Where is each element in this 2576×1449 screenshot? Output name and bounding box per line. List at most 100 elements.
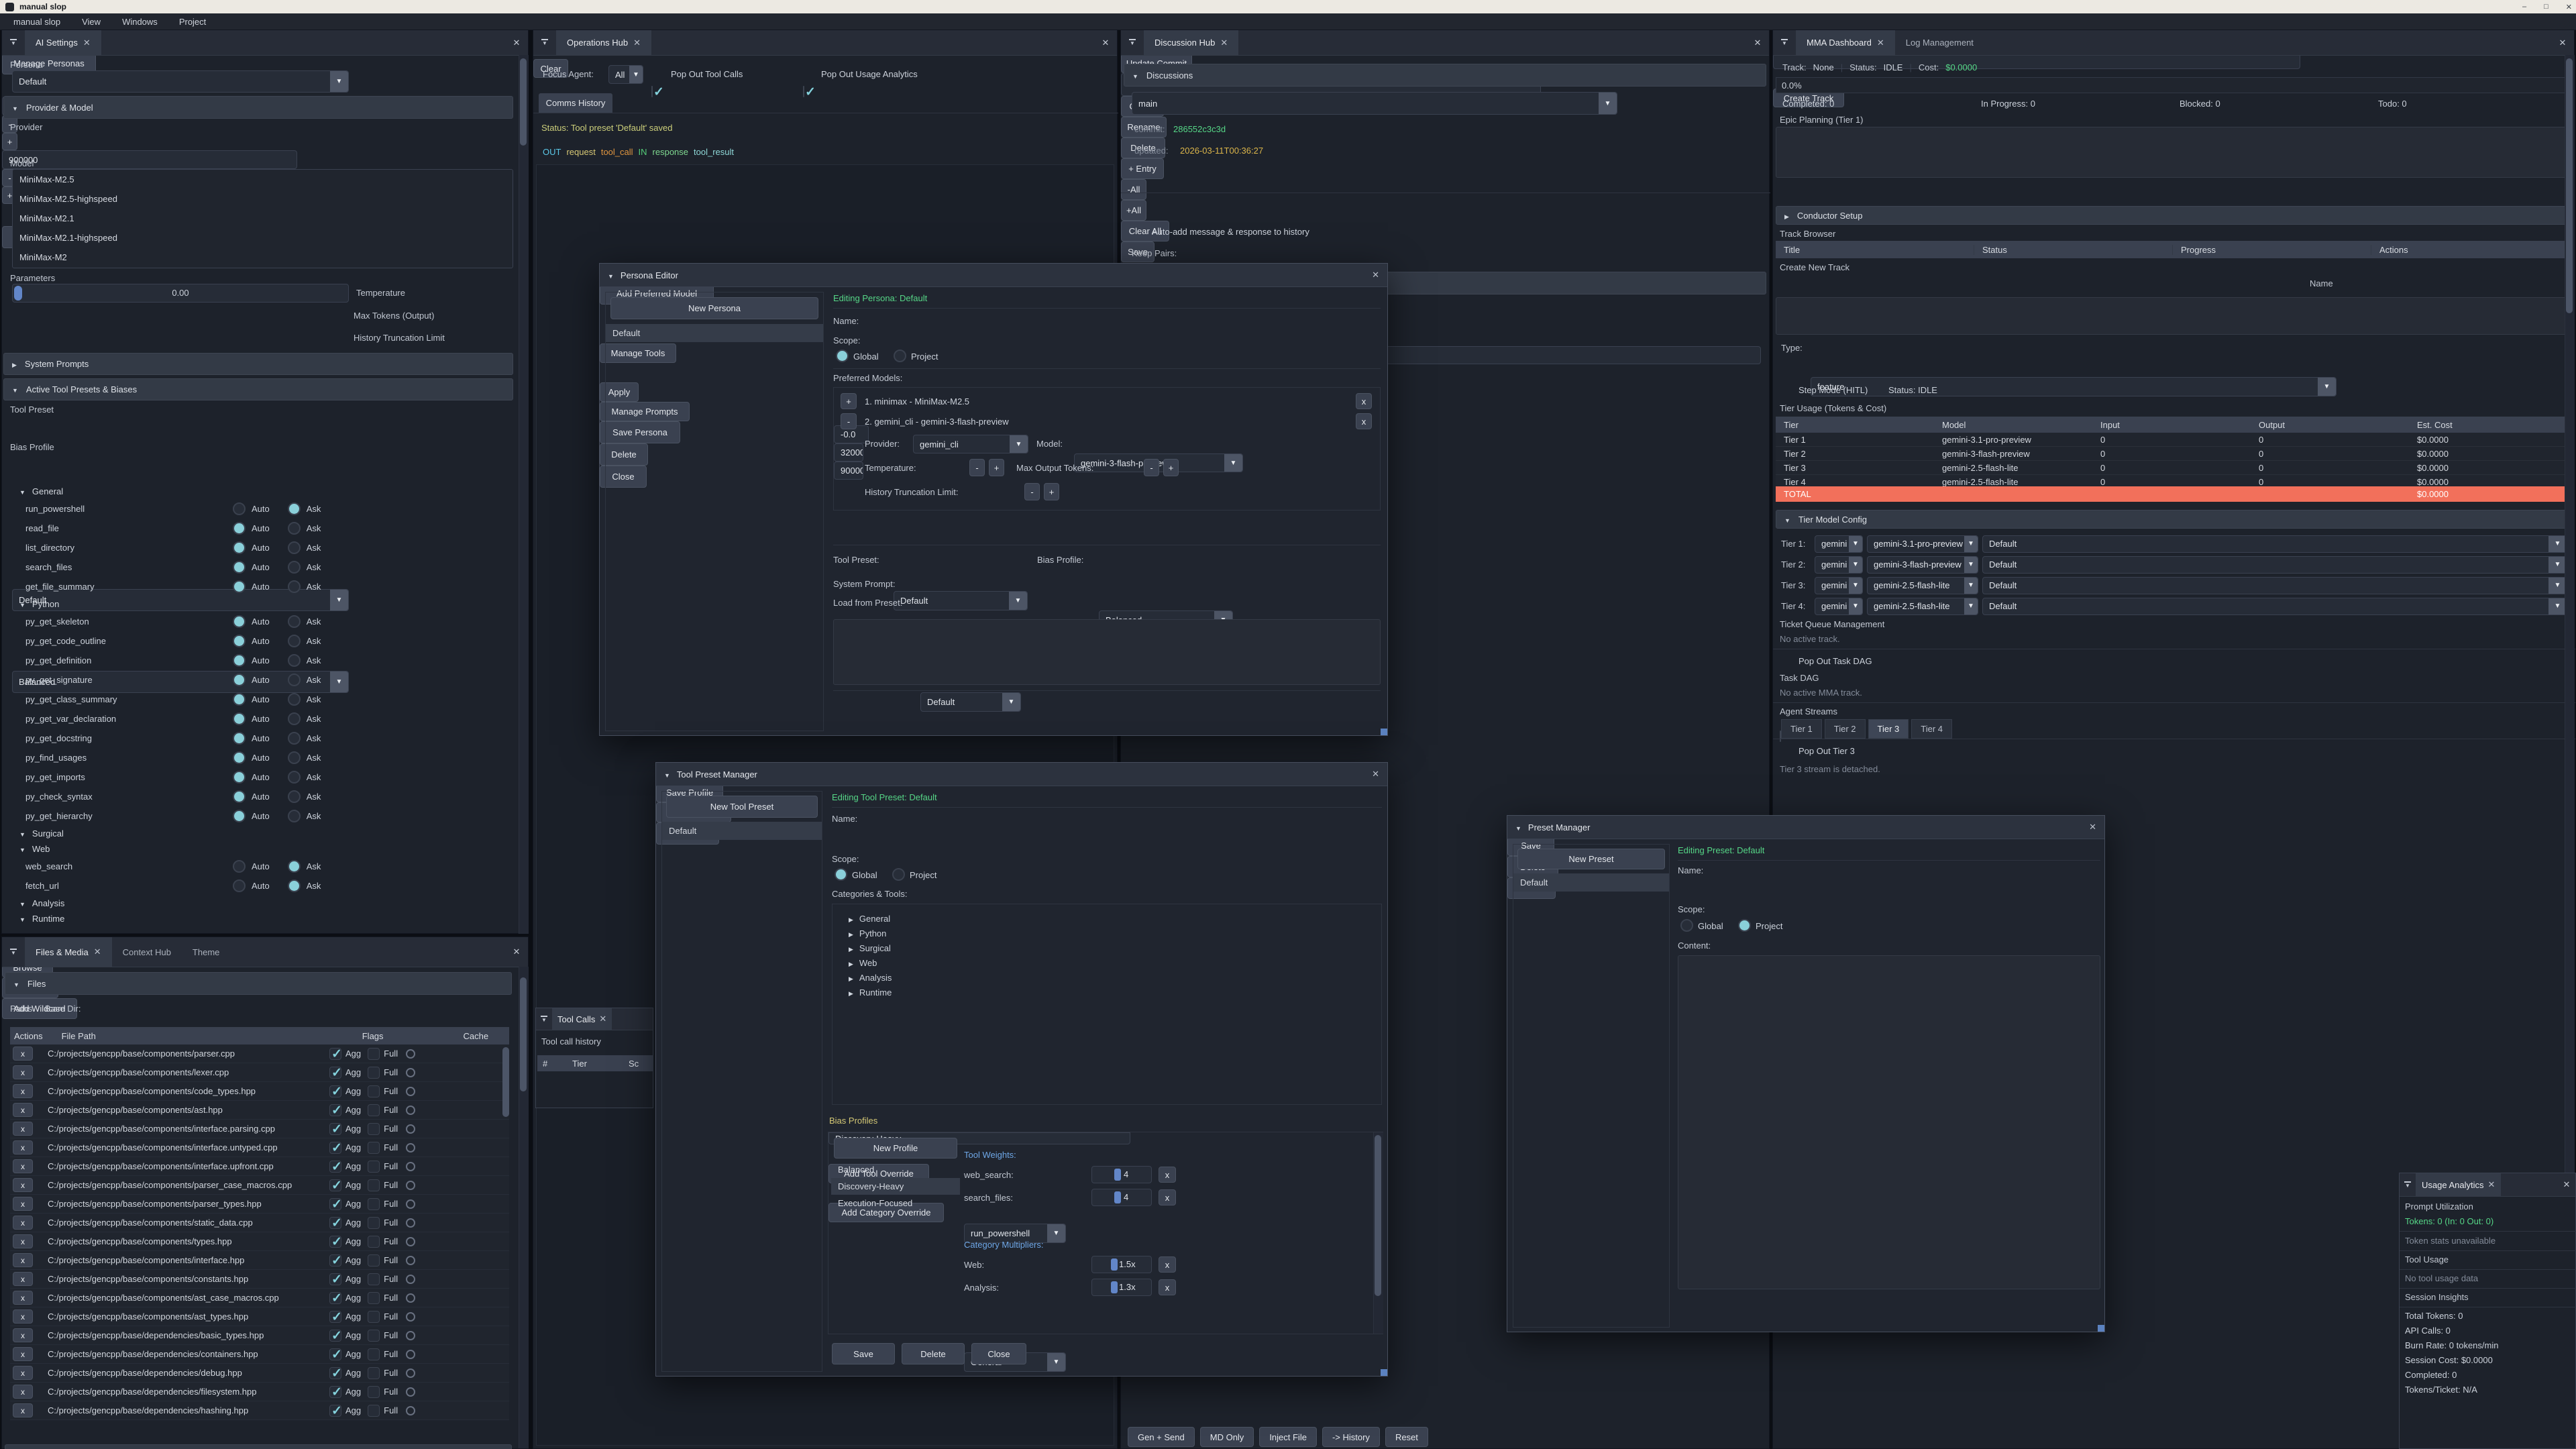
maximize-icon[interactable]: □ [2544, 3, 2548, 11]
temp-minus-button[interactable]: - [969, 459, 985, 476]
auto-radio[interactable] [233, 751, 246, 764]
remove-file-button[interactable]: x [13, 1216, 33, 1230]
category-tree-item[interactable]: Python [849, 926, 1381, 941]
persona-dialog-titlebar[interactable]: Persona Editor ✕ [600, 264, 1387, 287]
tool-preset-save-button[interactable]: Save [832, 1343, 895, 1364]
browser-col[interactable]: Actions [2371, 245, 2570, 255]
tab-close-icon[interactable]: ✕ [1877, 38, 1884, 48]
new-track-desc-textarea[interactable] [1776, 297, 2570, 335]
usage-col[interactable]: Output [2251, 420, 2409, 430]
col-source[interactable]: Sc [629, 1059, 639, 1069]
full-checkbox[interactable] [368, 1236, 380, 1248]
tool-preset-select[interactable]: Default [894, 591, 1028, 610]
ask-radio[interactable] [288, 860, 301, 873]
tier-provider-select[interactable]: gemini [1815, 598, 1863, 615]
agg-checkbox[interactable] [329, 1085, 341, 1097]
stream-tab[interactable]: Tier 1 [1781, 719, 1822, 739]
tier-preset-select[interactable]: Default [1982, 577, 2567, 594]
remove-file-button[interactable]: x [13, 1234, 33, 1248]
minimize-icon[interactable]: – [2522, 3, 2526, 11]
col-cache[interactable]: Cache [460, 1031, 509, 1041]
scope-project-radio[interactable] [892, 868, 905, 881]
tier-model-select[interactable]: gemini-3.1-pro-preview [1867, 535, 1978, 553]
new-tool-preset-button[interactable]: New Tool Preset [666, 796, 818, 818]
maxout-minus-button[interactable]: - [1144, 459, 1159, 476]
full-checkbox[interactable] [368, 1405, 380, 1417]
menu-item[interactable]: Project [168, 13, 217, 30]
profile-list-item[interactable]: Execution-Focused [831, 1195, 960, 1212]
agg-checkbox[interactable] [329, 1104, 341, 1116]
history-limit-input[interactable]: 900000 [834, 462, 863, 480]
hist-plus-button[interactable]: + [1044, 483, 1059, 500]
ask-radio[interactable] [288, 751, 301, 764]
full-checkbox[interactable] [368, 1123, 380, 1135]
full-checkbox[interactable] [368, 1179, 380, 1191]
category-tree-item[interactable]: General [849, 911, 1381, 926]
ask-radio[interactable] [288, 712, 301, 725]
panel-close-icon[interactable]: ✕ [1094, 30, 1117, 55]
auto-radio[interactable] [233, 810, 246, 822]
weight-slider[interactable]: 4 [1091, 1166, 1152, 1183]
remove-file-button[interactable]: x [13, 1046, 33, 1061]
browser-col[interactable]: Progress [2173, 245, 2371, 255]
full-checkbox[interactable] [368, 1085, 380, 1097]
slider-handle[interactable] [1111, 1258, 1118, 1271]
col-number[interactable]: # [537, 1059, 572, 1069]
col-file-path[interactable]: File Path [58, 1031, 358, 1041]
remove-file-button[interactable]: x [13, 1065, 33, 1079]
remove-file-button[interactable]: x [13, 1385, 33, 1399]
full-checkbox[interactable] [368, 1161, 380, 1173]
stream-tab[interactable]: Tier 2 [1825, 719, 1866, 739]
col-flags[interactable]: Flags [358, 1031, 460, 1041]
model-list-item[interactable]: MiniMax-M2.5-highspeed [13, 189, 513, 209]
remove-file-button[interactable]: x [13, 1197, 33, 1211]
window-close-icon[interactable]: ✕ [2566, 3, 2572, 11]
maxout-plus-button[interactable]: + [1163, 459, 1179, 476]
tier-provider-select[interactable]: gemini [1815, 535, 1863, 553]
agg-checkbox[interactable] [329, 1386, 341, 1398]
tab-ai-settings[interactable]: AI Settings✕ [25, 30, 101, 55]
tab-close-icon[interactable]: ✕ [633, 38, 641, 48]
ask-radio[interactable] [288, 790, 301, 803]
ask-radio[interactable] [288, 502, 301, 515]
ai-scrollbar[interactable] [519, 55, 529, 934]
tab-files-media[interactable]: Files & Media✕ [25, 937, 112, 967]
remove-file-button[interactable]: x [13, 1291, 33, 1305]
agg-checkbox[interactable] [329, 1236, 341, 1248]
epic-planning-textarea[interactable] [1776, 127, 2570, 178]
weight-slider[interactable]: 4 [1091, 1189, 1152, 1206]
remove-weight-button[interactable]: x [1159, 1167, 1176, 1183]
category-header[interactable]: Python [12, 596, 513, 612]
menu-item[interactable]: View [71, 13, 111, 30]
tab-tool-calls[interactable]: Tool Calls✕ [552, 1008, 612, 1030]
bottom-action-button[interactable]: Gen + Send [1128, 1427, 1195, 1447]
ask-radio[interactable] [288, 693, 301, 706]
scope-global-radio[interactable] [836, 350, 849, 362]
stream-tab[interactable]: Tier 4 [1911, 719, 1952, 739]
tool-preset-dialog-titlebar[interactable]: Tool Preset Manager ✕ [656, 763, 1387, 786]
remove-file-button[interactable]: x [13, 1178, 33, 1192]
tab-close-icon[interactable]: ✕ [599, 1014, 606, 1024]
system-prompt-textarea[interactable] [833, 619, 1381, 685]
ai-scrollbar-thumb[interactable] [520, 58, 527, 146]
usage-col[interactable]: Model [1934, 420, 2092, 430]
tool-preset-list-item[interactable]: Default [662, 822, 822, 840]
focus-agent-select[interactable]: All [608, 65, 643, 84]
tier-model-config-header[interactable]: Tier Model Config [1776, 510, 2570, 529]
category-header[interactable]: Web [12, 841, 513, 857]
new-preset-button[interactable]: New Preset [1517, 849, 1665, 869]
tier-preset-select[interactable]: Default [1982, 535, 2567, 553]
auto-radio[interactable] [233, 541, 246, 554]
full-checkbox[interactable] [368, 1386, 380, 1398]
tier-model-select[interactable]: gemini-3-flash-preview [1867, 556, 1978, 574]
ask-radio[interactable] [288, 879, 301, 892]
active-presets-header[interactable]: Active Tool Presets & Biases [3, 378, 513, 400]
auto-radio[interactable] [233, 860, 246, 873]
tier-model-select[interactable]: gemini-2.5-flash-lite [1867, 577, 1978, 594]
full-checkbox[interactable] [368, 1292, 380, 1304]
ask-radio[interactable] [288, 561, 301, 574]
auto-radio[interactable] [233, 502, 246, 515]
full-checkbox[interactable] [368, 1067, 380, 1079]
agg-checkbox[interactable] [329, 1405, 341, 1417]
agg-checkbox[interactable] [329, 1198, 341, 1210]
